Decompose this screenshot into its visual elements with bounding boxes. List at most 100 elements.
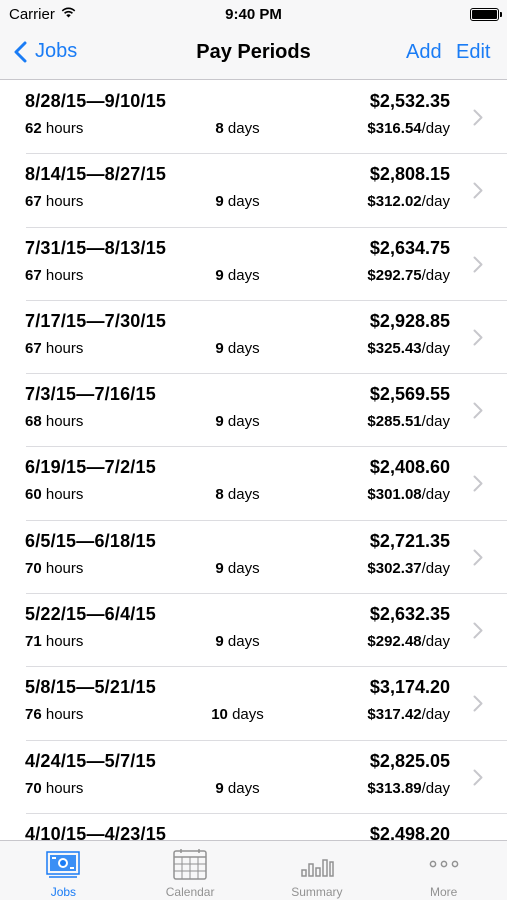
- tab-summary[interactable]: Summary: [254, 841, 381, 900]
- period-days: 9 days: [180, 560, 295, 577]
- pay-period-row[interactable]: 7/3/15—7/16/15 $2,569.55 68 hours 9 days…: [0, 374, 507, 448]
- period-hours-value: 67: [25, 266, 42, 284]
- period-rate-unit: /day: [421, 633, 450, 651]
- pay-period-row[interactable]: 7/31/15—8/13/15 $2,634.75 67 hours 9 day…: [0, 228, 507, 302]
- period-days: 9 days: [180, 780, 295, 797]
- period-days-value: 9: [215, 193, 224, 211]
- chevron-right-icon: [473, 695, 483, 712]
- status-time: 9:40 PM: [225, 6, 282, 23]
- period-daily-rate: $285.51/day: [367, 413, 450, 430]
- period-hours: 62 hours: [25, 120, 83, 137]
- period-daily-rate: $317.42/day: [367, 706, 450, 723]
- period-days-unit: days: [223, 779, 260, 797]
- calendar-icon: [173, 849, 207, 880]
- period-hours-unit: hours: [41, 559, 84, 577]
- period-date-range: 7/31/15—8/13/15: [25, 237, 167, 258]
- chevron-right-icon: [473, 549, 483, 566]
- period-rate-value: $312.02: [367, 193, 422, 211]
- chevron-right-icon: [473, 769, 483, 786]
- period-date-range: 5/22/15—6/4/15: [25, 604, 156, 625]
- period-daily-rate: $316.54/day: [367, 120, 450, 137]
- jobs-money-icon: [46, 851, 81, 878]
- period-hours: 71 hours: [25, 633, 83, 650]
- period-daily-rate: $312.02/day: [367, 193, 450, 210]
- period-days-unit: days: [223, 486, 260, 504]
- pay-period-row[interactable]: 7/17/15—7/30/15 $2,928.85 67 hours 9 day…: [0, 301, 507, 375]
- period-rate-unit: /day: [421, 120, 450, 137]
- period-total-pay: $2,825.05: [369, 750, 450, 771]
- period-hours-unit: hours: [41, 120, 84, 137]
- period-hours-unit: hours: [41, 193, 84, 211]
- tab-jobs[interactable]: Jobs: [0, 841, 127, 900]
- period-total-pay: $2,498.20: [369, 823, 450, 840]
- chevron-right-icon: [473, 402, 483, 419]
- status-bar: Carrier 9:40 PM: [0, 0, 507, 28]
- add-button[interactable]: Add: [406, 41, 442, 64]
- period-days-unit: days: [223, 633, 260, 651]
- period-days: 9 days: [180, 413, 295, 430]
- period-rate-unit: /day: [421, 706, 450, 724]
- pay-period-row[interactable]: 6/5/15—6/18/15 $2,721.35 70 hours 9 days…: [0, 521, 507, 595]
- period-hours-unit: hours: [41, 486, 84, 504]
- period-days-value: 10: [211, 706, 228, 724]
- period-days: 9 days: [180, 340, 295, 357]
- period-total-pay: $2,721.35: [369, 530, 450, 551]
- period-hours-unit: hours: [41, 266, 84, 284]
- period-hours-value: 70: [25, 559, 42, 577]
- period-hours-value: 67: [25, 193, 42, 211]
- pay-period-row[interactable]: 8/14/15—8/27/15 $2,808.15 67 hours 9 day…: [0, 154, 507, 228]
- period-hours: 67 hours: [25, 193, 83, 210]
- tab-more[interactable]: More: [380, 841, 507, 900]
- period-days-value: 9: [215, 633, 224, 651]
- period-days-unit: days: [227, 706, 264, 724]
- period-hours: 67 hours: [25, 340, 83, 357]
- period-days: 9 days: [180, 193, 295, 210]
- tab-more-label: More: [429, 885, 458, 899]
- period-rate-value: $317.42: [367, 706, 422, 724]
- period-total-pay: $2,408.60: [369, 457, 450, 478]
- period-days-value: 9: [215, 413, 224, 431]
- bar-chart-icon: [301, 859, 334, 877]
- pay-period-row[interactable]: 5/22/15—6/4/15 $2,632.35 71 hours 9 days…: [0, 594, 507, 668]
- period-days-value: 8: [215, 486, 224, 504]
- chevron-right-icon: [473, 182, 483, 199]
- pay-period-row[interactable]: 5/8/15—5/21/15 $3,174.20 76 hours 10 day…: [0, 667, 507, 741]
- battery-icon: [470, 8, 502, 21]
- back-button-label: Jobs: [35, 40, 78, 62]
- back-button[interactable]: Jobs: [14, 40, 77, 63]
- period-days-unit: days: [223, 339, 260, 357]
- edit-button[interactable]: Edit: [456, 41, 490, 64]
- period-days-value: 9: [215, 339, 224, 357]
- pay-period-row[interactable]: 4/24/15—5/7/15 $2,825.05 70 hours 9 days…: [0, 741, 507, 815]
- period-hours-unit: hours: [41, 413, 84, 431]
- period-rate-unit: /day: [421, 779, 450, 797]
- period-days: 8 days: [180, 120, 295, 137]
- period-days: 9 days: [180, 267, 295, 284]
- period-hours: 60 hours: [25, 486, 83, 503]
- period-hours: 76 hours: [25, 706, 83, 723]
- period-rate-value: $285.51: [367, 413, 422, 431]
- period-rate-unit: /day: [421, 266, 450, 284]
- period-daily-rate: $292.75/day: [367, 267, 450, 284]
- period-days-unit: days: [223, 193, 260, 211]
- chevron-right-icon: [473, 622, 483, 639]
- chevron-right-icon: [473, 475, 483, 492]
- period-rate-value: $301.08: [367, 486, 422, 504]
- period-hours-unit: hours: [41, 339, 84, 357]
- period-days: 8 days: [180, 486, 295, 503]
- period-rate-unit: /day: [421, 486, 450, 504]
- period-hours-value: 68: [25, 413, 42, 431]
- period-rate-value: $292.48: [367, 633, 422, 651]
- pay-period-row[interactable]: 8/28/15—9/10/15 $2,532.35 62 hours 8 day…: [0, 81, 507, 155]
- period-days-unit: days: [223, 266, 260, 284]
- period-hours-value: 60: [25, 486, 42, 504]
- period-date-range: 6/5/15—6/18/15: [25, 530, 156, 551]
- period-total-pay: $2,634.75: [369, 237, 450, 258]
- period-date-range: 7/3/15—7/16/15: [25, 384, 156, 405]
- pay-period-list[interactable]: 8/28/15—9/10/15 $2,532.35 62 hours 8 day…: [0, 81, 507, 840]
- pay-period-row[interactable]: 4/10/15—4/23/15 $2,498.20: [0, 814, 507, 840]
- tab-calendar[interactable]: Calendar: [127, 841, 254, 900]
- pay-period-row[interactable]: 6/19/15—7/2/15 $2,408.60 60 hours 8 days…: [0, 447, 507, 522]
- period-daily-rate: $325.43/day: [367, 340, 450, 357]
- period-days-unit: days: [223, 559, 260, 577]
